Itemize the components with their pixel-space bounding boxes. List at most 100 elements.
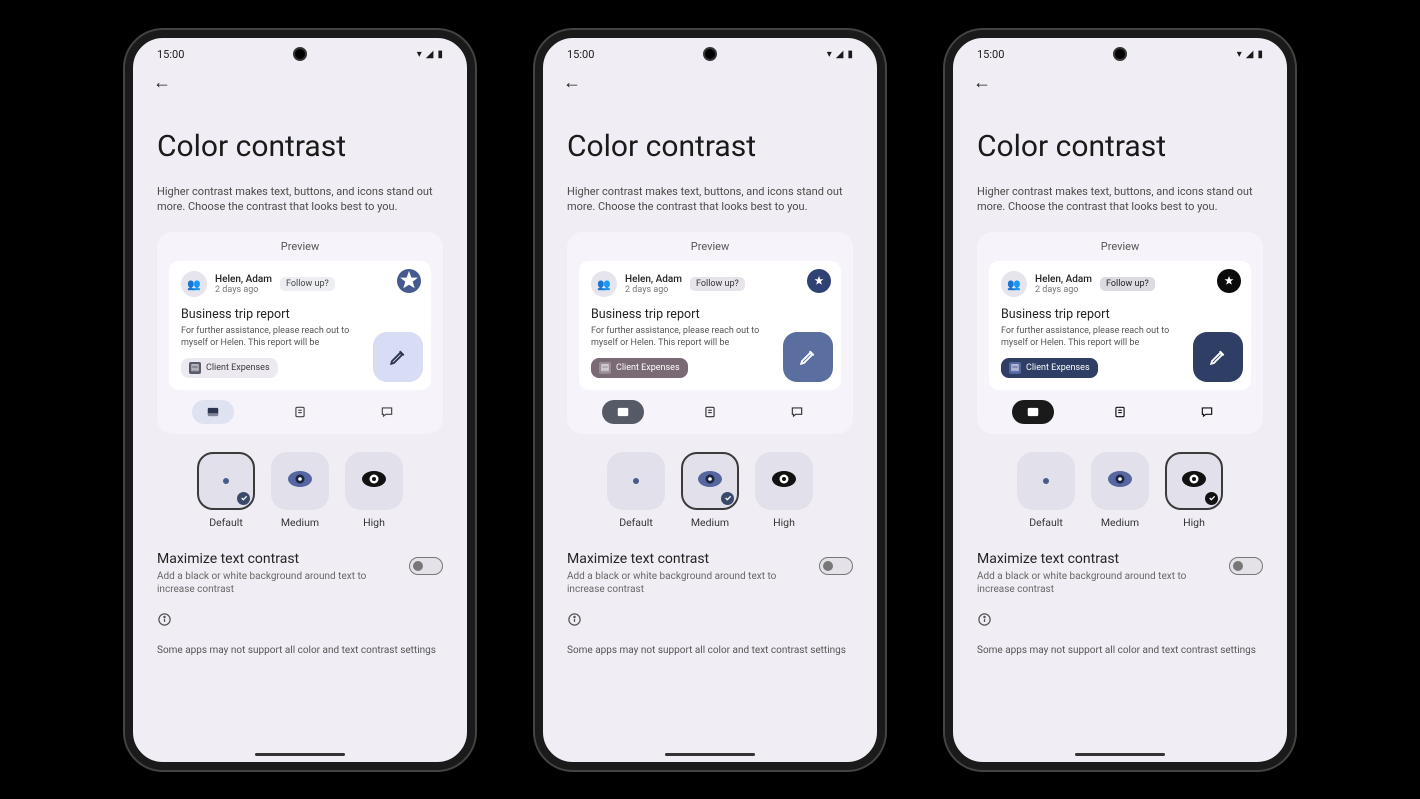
status-time: 15:00: [977, 48, 1004, 61]
email-body: For further assistance, please reach out…: [1001, 326, 1181, 349]
home-indicator[interactable]: [255, 753, 345, 756]
attachment-label: Client Expenses: [1026, 363, 1090, 373]
preview-email: 👥 Helen, Adam2 days ago Follow up? Busin…: [989, 261, 1251, 389]
compose-fab[interactable]: [783, 332, 833, 382]
page-title: Color contrast: [977, 129, 1263, 164]
tab-notes[interactable]: [1099, 400, 1141, 424]
tab-chat[interactable]: [1186, 400, 1228, 424]
compose-fab[interactable]: [1193, 332, 1243, 382]
level-medium[interactable]: Medium: [681, 452, 739, 529]
attachment-label: Client Expenses: [616, 363, 680, 373]
battery-icon: ▮: [1257, 49, 1263, 60]
contrast-levels: Default Medium High: [567, 452, 853, 529]
preview-tabs: [169, 400, 431, 424]
check-icon: [1205, 492, 1218, 505]
maximize-toggle[interactable]: [819, 557, 853, 575]
document-icon: ▤: [189, 362, 201, 374]
info-icon[interactable]: [977, 612, 1263, 631]
attachment-chip[interactable]: ▤Client Expenses: [591, 358, 688, 378]
battery-icon: ▮: [437, 49, 443, 60]
maximize-desc: Add a black or white background around t…: [977, 570, 1197, 596]
front-camera: [703, 47, 717, 61]
signal-icon: ◢: [836, 49, 844, 60]
page-description: Higher contrast makes text, buttons, and…: [157, 184, 443, 215]
page-description: Higher contrast makes text, buttons, and…: [567, 184, 853, 215]
attachment-chip[interactable]: ▤ Client Expenses: [181, 358, 278, 378]
followup-chip[interactable]: Follow up?: [280, 277, 335, 291]
tab-notes[interactable]: [689, 400, 731, 424]
level-high[interactable]: High: [345, 452, 403, 529]
eye-icon: [771, 470, 797, 492]
page-title: Color contrast: [157, 129, 443, 164]
maximize-desc: Add a black or white background around t…: [157, 570, 377, 596]
preview-tabs: [989, 400, 1251, 424]
level-default[interactable]: Default: [1017, 452, 1075, 529]
tab-chat[interactable]: [366, 400, 408, 424]
back-button[interactable]: ←: [153, 72, 443, 93]
tab-inbox[interactable]: [192, 400, 234, 424]
page-title: Color contrast: [567, 129, 853, 164]
level-high[interactable]: High: [755, 452, 813, 529]
home-indicator[interactable]: [665, 753, 755, 756]
status-icons: ▾ ◢▮: [827, 49, 853, 60]
avatar-icon: 👥: [1001, 271, 1027, 297]
maximize-row: Maximize text contrastAdd a black or whi…: [977, 551, 1263, 596]
email-body: For further assistance, please reach out…: [591, 326, 771, 349]
level-medium[interactable]: Medium: [1091, 452, 1149, 529]
wifi-icon: ▾: [1237, 49, 1242, 60]
star-button[interactable]: [397, 269, 421, 293]
maximize-row: Maximize text contrast Add a black or wh…: [157, 551, 443, 596]
footnote: Some apps may not support all color and …: [567, 645, 853, 656]
tab-notes[interactable]: [279, 400, 321, 424]
check-icon: [237, 492, 250, 505]
attachment-chip[interactable]: ▤Client Expenses: [1001, 358, 1098, 378]
level-default[interactable]: Default: [197, 452, 255, 529]
level-medium[interactable]: Medium: [271, 452, 329, 529]
followup-chip[interactable]: Follow up?: [690, 277, 745, 291]
attachment-label: Client Expenses: [206, 363, 270, 373]
preview-tabs: [579, 400, 841, 424]
maximize-toggle[interactable]: [1229, 557, 1263, 575]
back-button[interactable]: ←: [973, 72, 1263, 93]
footnote: Some apps may not support all color and …: [977, 645, 1263, 656]
back-button[interactable]: ←: [563, 72, 853, 93]
eye-icon: [633, 478, 639, 484]
phone-default: 15:00 ▾ ◢ ▮ ← Color contrast Higher cont…: [125, 30, 475, 770]
tab-inbox[interactable]: [1012, 400, 1054, 424]
avatar-icon: 👥: [591, 271, 617, 297]
wifi-icon: ▾: [417, 49, 422, 60]
info-icon[interactable]: [157, 612, 443, 631]
eye-icon: [1043, 478, 1049, 484]
sent-ago: 2 days ago: [1035, 285, 1092, 295]
sender-names: Helen, Adam: [625, 274, 682, 285]
contrast-levels: Default Medium High: [157, 452, 443, 529]
eye-icon: [223, 478, 229, 484]
tab-chat[interactable]: [776, 400, 818, 424]
check-icon: [721, 492, 734, 505]
wifi-icon: ▾: [827, 49, 832, 60]
status-icons: ▾ ◢ ▮: [417, 49, 443, 60]
preview-label: Preview: [989, 240, 1251, 253]
maximize-toggle[interactable]: [409, 557, 443, 575]
home-indicator[interactable]: [1075, 753, 1165, 756]
sent-ago: 2 days ago: [625, 285, 682, 295]
front-camera: [293, 47, 307, 61]
compose-fab[interactable]: [373, 332, 423, 382]
sent-ago: 2 days ago: [215, 285, 272, 295]
front-camera: [1113, 47, 1127, 61]
followup-chip[interactable]: Follow up?: [1100, 277, 1155, 291]
level-default[interactable]: Default: [607, 452, 665, 529]
contrast-levels: Default Medium High: [977, 452, 1263, 529]
maximize-desc: Add a black or white background around t…: [567, 570, 787, 596]
info-icon[interactable]: [567, 612, 853, 631]
battery-icon: ▮: [847, 49, 853, 60]
signal-icon: ◢: [426, 49, 434, 60]
level-high[interactable]: High: [1165, 452, 1223, 529]
email-subject: Business trip report: [181, 307, 419, 322]
eye-icon: [697, 470, 723, 492]
preview-email: 👥 Helen, Adam 2 days ago Follow up? Busi…: [169, 261, 431, 389]
tab-inbox[interactable]: [602, 400, 644, 424]
preview-label: Preview: [169, 240, 431, 253]
phone-high: 15:00 ▾◢▮ ← Color contrast Higher contra…: [945, 30, 1295, 770]
preview-card: Preview 👥 Helen, Adam2 days ago Follow u…: [977, 232, 1263, 433]
